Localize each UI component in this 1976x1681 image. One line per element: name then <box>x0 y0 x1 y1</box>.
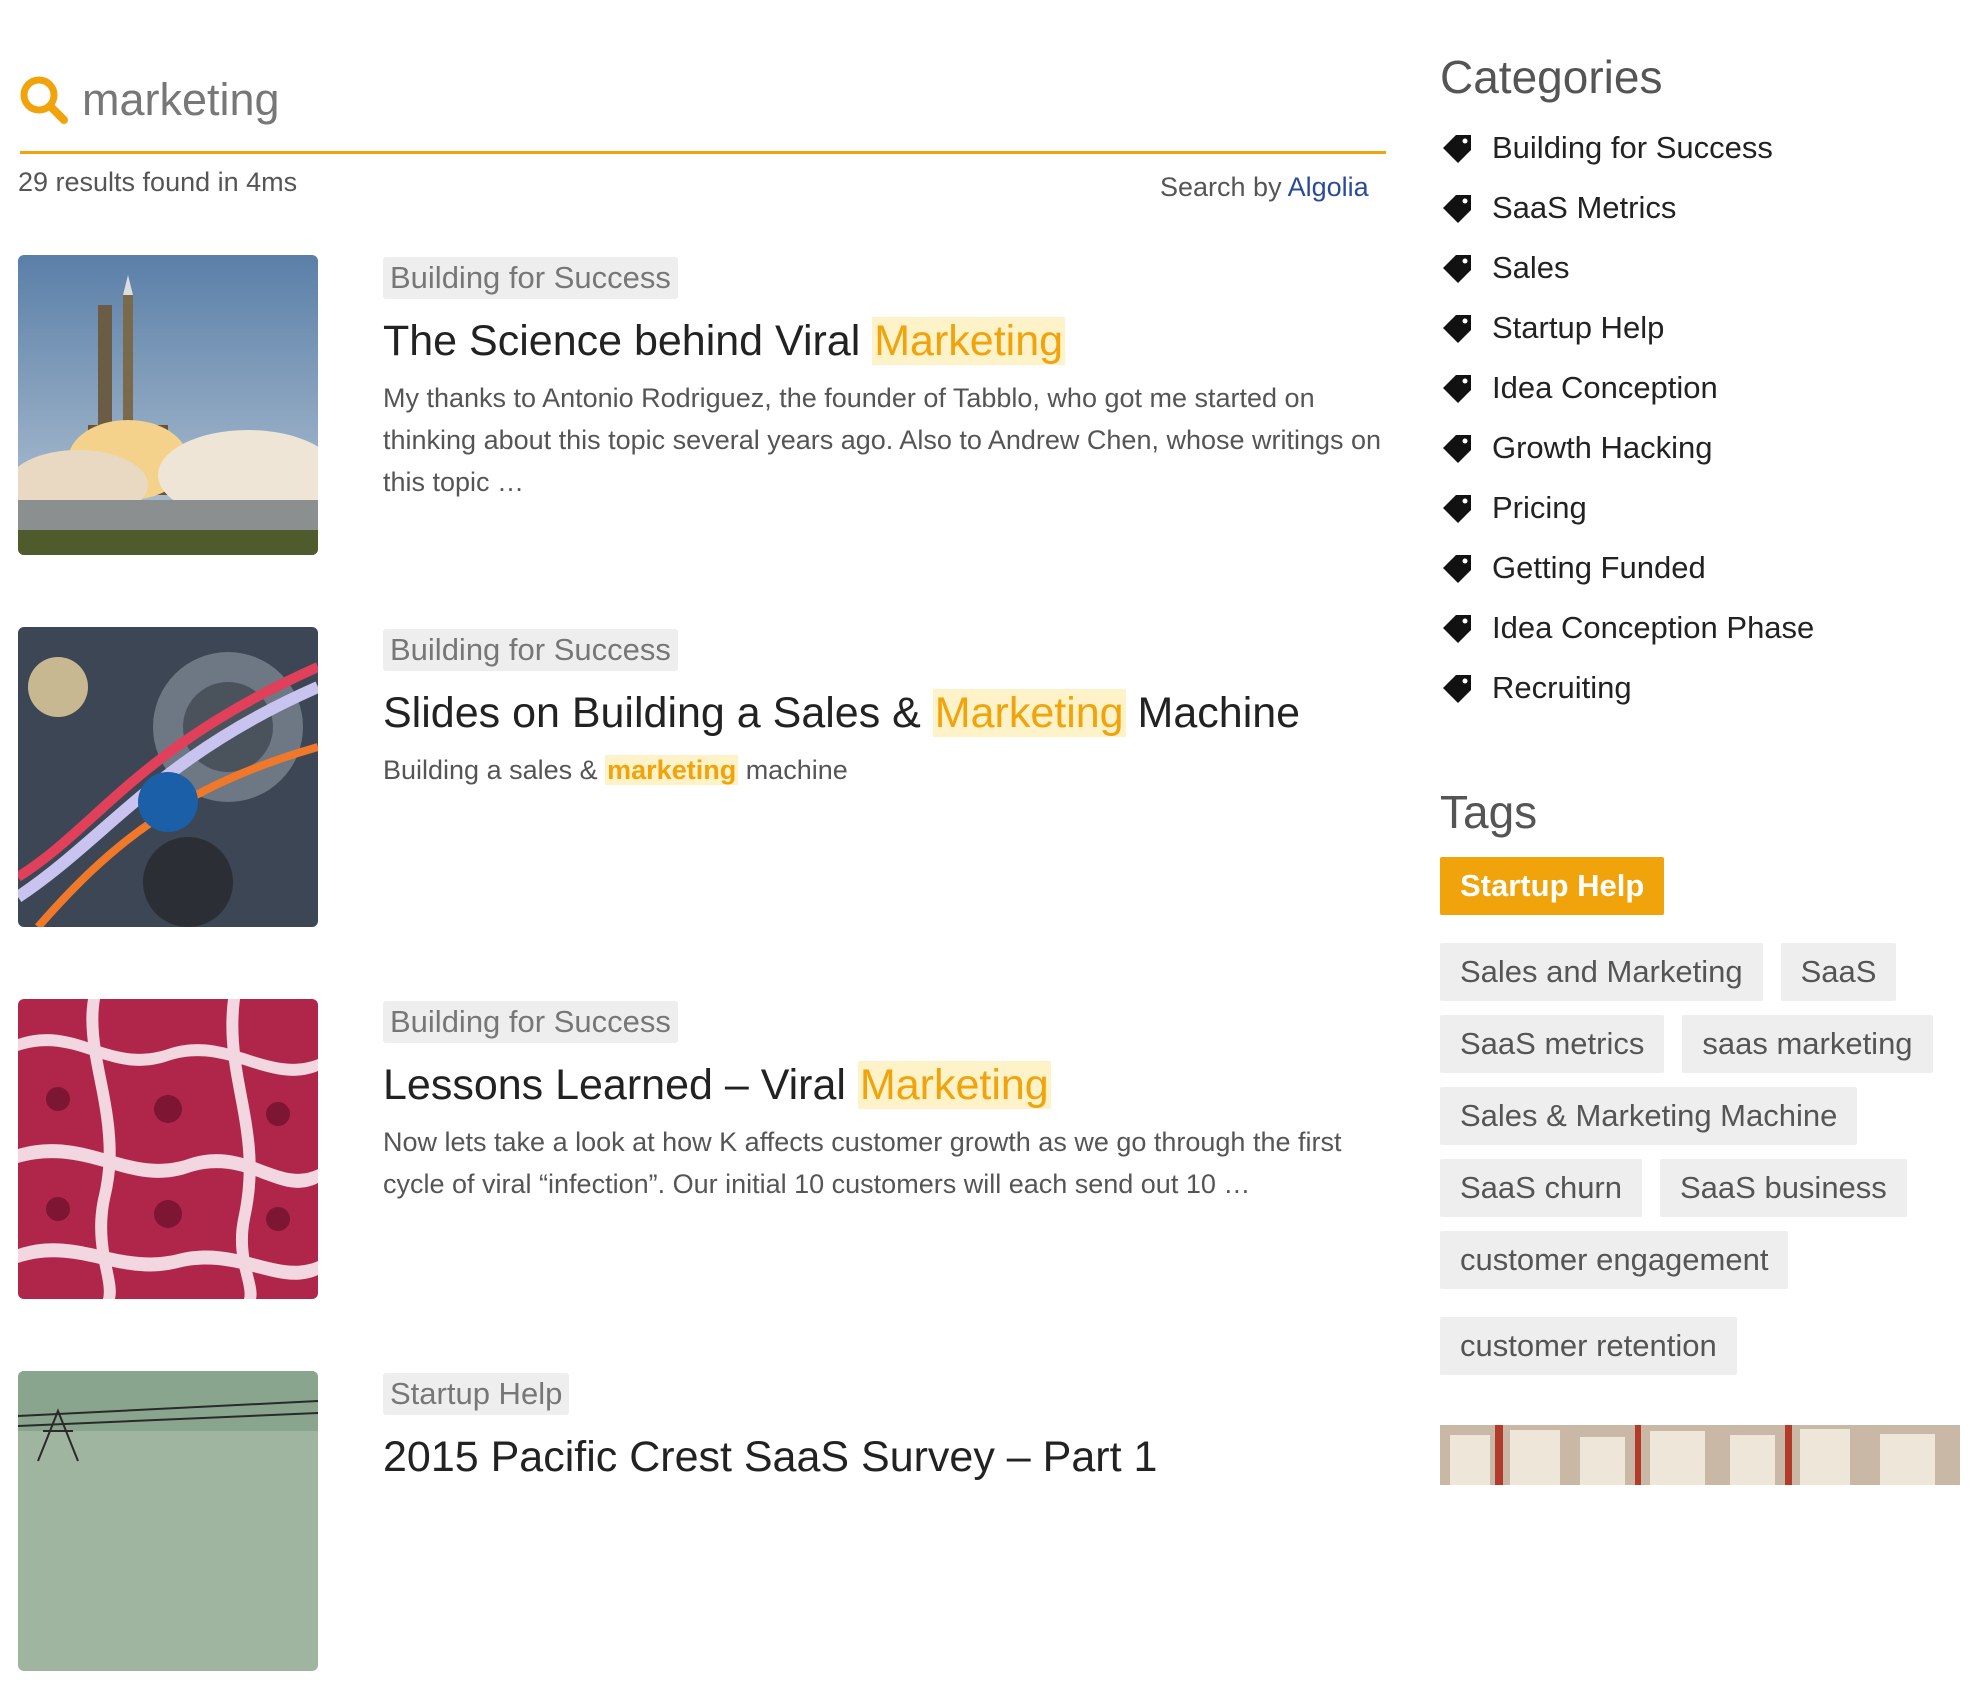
tag-icon <box>1443 375 1471 403</box>
category-item-building-for-success[interactable]: Building for Success <box>1440 118 1960 178</box>
result-item[interactable]: Building for Success Slides on Building … <box>18 627 1388 937</box>
tag-saas-marketing[interactable]: saas marketing <box>1682 1015 1933 1073</box>
tag-sales-and-marketing[interactable]: Sales and Marketing <box>1440 943 1763 1001</box>
title-highlight: Marketing <box>872 317 1066 365</box>
categories-heading: Categories <box>1440 51 1663 103</box>
title-highlight: Marketing <box>932 689 1126 737</box>
tag-icon <box>1443 315 1471 343</box>
tag-saas-churn[interactable]: SaaS churn <box>1440 1159 1642 1217</box>
tag-icon <box>1443 195 1471 223</box>
result-title[interactable]: Slides on Building a Sales & Marketing M… <box>383 685 1383 741</box>
result-title[interactable]: Lessons Learned – Viral Marketing <box>383 1057 1383 1113</box>
tag-icon <box>1443 675 1471 703</box>
algolia-logo[interactable]: Algolia <box>1288 172 1369 202</box>
result-category[interactable]: Startup Help <box>383 1373 570 1415</box>
result-category[interactable]: Building for Success <box>383 629 678 671</box>
tag-startup-help[interactable]: Startup Help <box>1440 857 1665 915</box>
result-title[interactable]: 2015 Pacific Crest SaaS Survey – Part 1 <box>383 1429 1383 1485</box>
tag-cloud: Startup Help Sales and Marketing SaaS Sa… <box>1440 857 1960 1375</box>
result-title[interactable]: The Science behind Viral Marketing <box>383 313 1383 369</box>
result-category[interactable]: Building for Success <box>383 257 678 299</box>
result-thumbnail-power-lines[interactable] <box>18 1371 318 1671</box>
category-item-recruiting[interactable]: Recruiting <box>1440 658 1960 718</box>
result-description: Building a sales & marketing machine <box>383 755 848 785</box>
search-by[interactable]: Search by Algolia <box>1160 172 1369 203</box>
category-item-idea-conception-phase[interactable]: Idea Conception Phase <box>1440 598 1960 658</box>
result-category[interactable]: Building for Success <box>383 1001 678 1043</box>
tag-saas-business[interactable]: SaaS business <box>1660 1159 1907 1217</box>
tags-heading: Tags <box>1440 786 1538 838</box>
result-item[interactable]: Building for Success The Science behind … <box>18 255 1388 565</box>
search-underline <box>20 151 1386 154</box>
result-thumbnail-shuttle-launch[interactable] <box>18 255 318 555</box>
result-body: Building for Success The Science behind … <box>383 255 1383 503</box>
result-description: Now lets take a look at how K affects cu… <box>383 1127 1342 1199</box>
search-by-label: Search by <box>1160 172 1282 202</box>
title-highlight: Marketing <box>857 1061 1051 1109</box>
result-item[interactable]: Startup Help 2015 Pacific Crest SaaS Sur… <box>18 1371 1388 1681</box>
tag-customer-engagement[interactable]: customer engagement <box>1440 1231 1789 1289</box>
tag-icon <box>1443 615 1471 643</box>
category-item-idea-conception[interactable]: Idea Conception <box>1440 358 1960 418</box>
search-area <box>18 60 1388 140</box>
tag-icon <box>1443 495 1471 523</box>
tag-customer-retention[interactable]: customer retention <box>1440 1317 1737 1375</box>
result-body: Building for Success Lessons Learned – V… <box>383 999 1383 1205</box>
category-item-pricing[interactable]: Pricing <box>1440 478 1960 538</box>
tag-saas[interactable]: SaaS <box>1780 943 1897 1001</box>
category-item-growth-hacking[interactable]: Growth Hacking <box>1440 418 1960 478</box>
tag-sales-marketing-machine[interactable]: Sales & Marketing Machine <box>1440 1087 1858 1145</box>
search-icon[interactable] <box>18 74 70 126</box>
result-thumbnail-computer-parts[interactable] <box>18 627 318 927</box>
description-highlight: marketing <box>605 755 739 785</box>
result-thumbnail-cells[interactable] <box>18 999 318 1299</box>
category-item-saas-metrics[interactable]: SaaS Metrics <box>1440 178 1960 238</box>
category-item-getting-funded[interactable]: Getting Funded <box>1440 538 1960 598</box>
result-body: Building for Success Slides on Building … <box>383 627 1383 791</box>
sidebar-banner-image-books[interactable] <box>1440 1425 1960 1485</box>
results-count: 29 results found in 4ms <box>18 167 298 197</box>
sidebar: Categories Building for Success SaaS Met… <box>1440 50 1960 718</box>
search-row <box>18 60 1388 140</box>
tag-icon <box>1443 135 1471 163</box>
search-input[interactable] <box>82 74 1282 126</box>
categories-list: Building for Success SaaS Metrics Sales … <box>1440 118 1960 718</box>
result-description: My thanks to Antonio Rodriguez, the foun… <box>383 383 1382 497</box>
result-body: Startup Help 2015 Pacific Crest SaaS Sur… <box>383 1371 1383 1485</box>
category-item-sales[interactable]: Sales <box>1440 238 1960 298</box>
result-item[interactable]: Building for Success Lessons Learned – V… <box>18 999 1388 1309</box>
tag-icon <box>1443 555 1471 583</box>
tag-icon <box>1443 255 1471 283</box>
tag-icon <box>1443 435 1471 463</box>
tag-saas-metrics[interactable]: SaaS metrics <box>1440 1015 1665 1073</box>
category-item-startup-help[interactable]: Startup Help <box>1440 298 1960 358</box>
